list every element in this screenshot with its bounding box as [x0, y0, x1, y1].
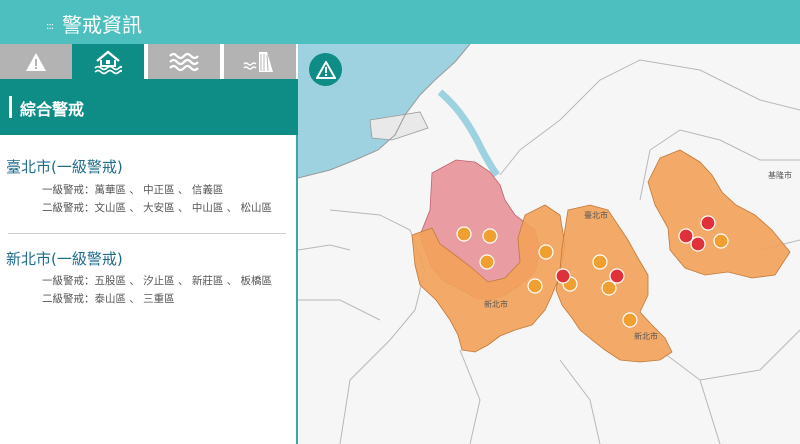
marker-orange	[479, 254, 495, 270]
marker-orange	[538, 244, 554, 260]
map-label-taipei: 臺北市	[584, 211, 608, 220]
tab-water[interactable]	[148, 44, 220, 79]
marker-orange	[622, 312, 638, 328]
marker-red	[555, 268, 571, 284]
marker-orange	[482, 228, 498, 244]
menu-dots-icon[interactable]: :::	[46, 21, 54, 32]
divider	[8, 233, 286, 234]
alert-map[interactable]: 臺北市 新北市 新北市 基隆市	[298, 44, 800, 444]
newtaipei-level1-districts: 一級警戒：五股區 、 汐止區 、 新莊區 、 板橋區	[42, 275, 273, 287]
flooded-house-icon	[94, 49, 123, 74]
section-marker	[9, 96, 12, 118]
page-title: 警戒資訊	[62, 13, 142, 37]
dam-icon	[243, 51, 273, 72]
city-newtaipei-title[interactable]: 新北市(一級警戒)	[6, 248, 123, 269]
map-label-newtaipei-east: 新北市	[634, 332, 658, 341]
taipei-level2-districts: 二級警戒：文山區 、 大安區 、 中山區 、 松山區	[42, 202, 273, 214]
section-title: 綜合警戒	[20, 100, 85, 119]
marker-red	[690, 236, 706, 252]
marker-orange	[592, 254, 608, 270]
marker-orange	[456, 226, 472, 242]
map-canvas	[298, 44, 800, 444]
header-bar: ::: 警戒資訊	[0, 0, 800, 44]
tab-bar	[0, 44, 298, 79]
marker-orange	[527, 278, 543, 294]
tab-reservoir[interactable]	[224, 44, 296, 79]
tab-alert[interactable]	[0, 44, 72, 79]
marker-red	[678, 228, 694, 244]
marker-red	[700, 215, 716, 231]
warning-triangle-icon	[315, 60, 336, 79]
marker-orange	[713, 233, 729, 249]
map-label-newtaipei-west: 新北市	[484, 300, 508, 309]
section-header: 綜合警戒	[0, 79, 298, 135]
map-alert-button[interactable]	[309, 53, 342, 86]
tab-flood[interactable]	[72, 44, 144, 79]
city-taipei-title[interactable]: 臺北市(一級警戒)	[6, 156, 123, 177]
marker-red	[609, 268, 625, 284]
water-waves-icon	[169, 52, 199, 71]
marker-orange	[601, 280, 617, 296]
map-label-keelung: 基隆市	[768, 171, 792, 180]
newtaipei-level2-districts: 二級警戒：泰山區 、 三重區	[42, 293, 175, 305]
taipei-level1-districts: 一級警戒：萬華區 、 中正區 、 信義區	[42, 184, 224, 196]
warning-triangle-icon	[26, 52, 46, 71]
sidebar: 綜合警戒 臺北市(一級警戒) 一級警戒：萬華區 、 中正區 、 信義區 二級警戒…	[0, 44, 298, 444]
